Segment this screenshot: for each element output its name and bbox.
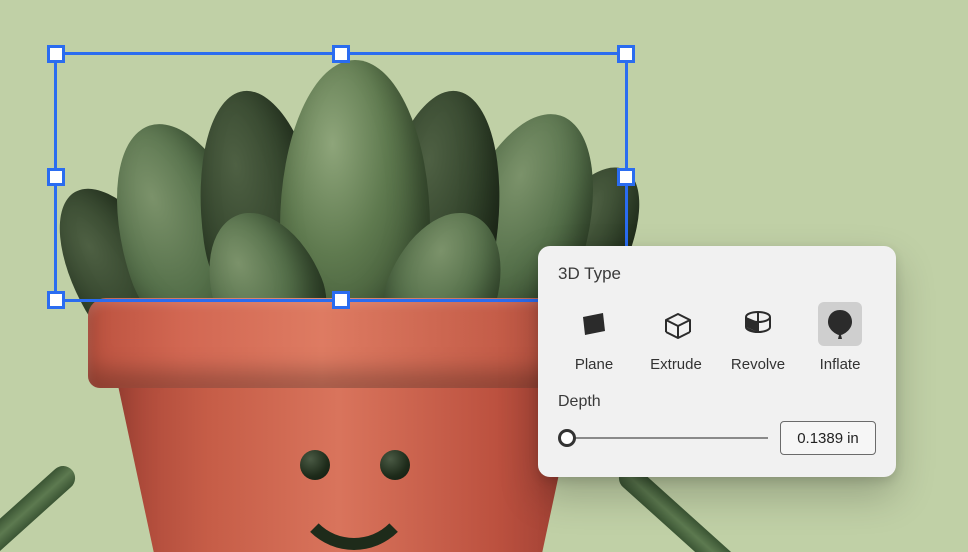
- slider-thumb[interactable]: [558, 429, 576, 447]
- plant-arm-left: [0, 461, 80, 552]
- type-row: Plane Extrude: [558, 298, 876, 375]
- depth-value-input[interactable]: 0.1389 in: [780, 421, 876, 455]
- panel-3d-type: 3D Type Plane: [538, 246, 896, 477]
- selection-handle-middle-left[interactable]: [47, 168, 65, 186]
- canvas[interactable]: 3D Type Plane: [0, 0, 968, 552]
- depth-unit: in: [847, 430, 859, 447]
- type-label: Extrude: [650, 356, 702, 373]
- slider-track: [568, 437, 768, 439]
- type-label: Revolve: [731, 356, 785, 373]
- type-label: Inflate: [820, 356, 861, 373]
- selection-handle-bottom-left[interactable]: [47, 291, 65, 309]
- plant-face: [210, 410, 470, 540]
- extrude-icon: [654, 302, 698, 346]
- selection-handle-middle-right[interactable]: [617, 168, 635, 186]
- depth-slider[interactable]: [558, 428, 768, 448]
- selection-handle-top-left[interactable]: [47, 45, 65, 63]
- depth-label: Depth: [558, 393, 876, 411]
- type-button-revolve[interactable]: Revolve: [722, 298, 794, 375]
- panel-title: 3D Type: [558, 264, 876, 284]
- selection-handle-top-right[interactable]: [617, 45, 635, 63]
- depth-row: 0.1389 in: [558, 421, 876, 455]
- selection-handle-top-middle[interactable]: [332, 45, 350, 63]
- type-button-extrude[interactable]: Extrude: [640, 298, 712, 375]
- type-label: Plane: [575, 356, 613, 373]
- plane-icon: [572, 302, 616, 346]
- type-button-plane[interactable]: Plane: [558, 298, 630, 375]
- selection-handle-bottom-middle[interactable]: [332, 291, 350, 309]
- inflate-icon: [818, 302, 862, 346]
- depth-value: 0.1389: [797, 430, 843, 447]
- revolve-icon: [736, 302, 780, 346]
- type-button-inflate[interactable]: Inflate: [804, 298, 876, 375]
